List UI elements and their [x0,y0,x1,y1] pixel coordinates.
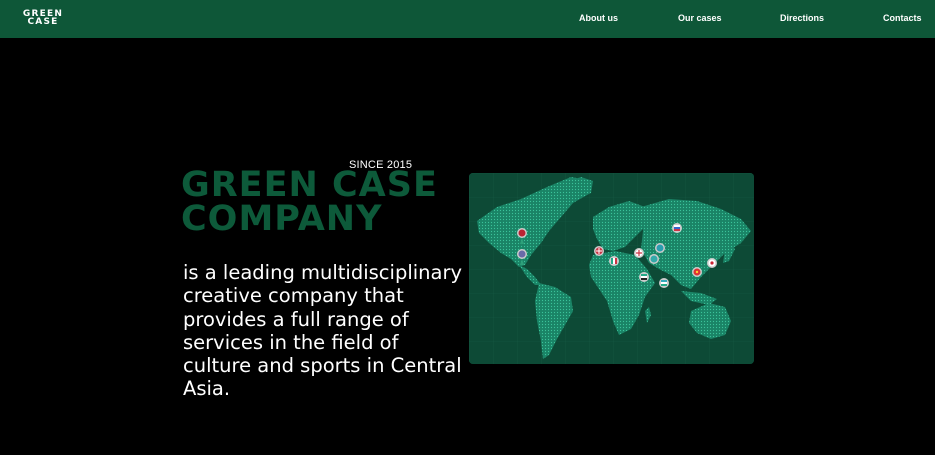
italy-flag-pin[interactable] [609,256,619,266]
nav-directions[interactable]: Directions [780,13,824,23]
azerbaijan-flag-pin[interactable] [655,243,665,253]
green-case-logo[interactable]: GREEN CASE [20,10,66,27]
nav-about-us[interactable]: About us [579,13,618,23]
kyrgyzstan-flag-pin[interactable] [692,267,702,277]
uae-flag-pin[interactable] [639,272,649,282]
japan-flag-pin[interactable] [707,258,717,268]
world-map-illustration [469,173,754,364]
nav-our-cases[interactable]: Our cases [678,13,722,23]
company-title-line2: COMPANY [181,199,383,239]
kazakhstan-flag-pin[interactable] [649,254,659,264]
uzbekistan-flag-pin[interactable] [659,278,669,288]
company-title-line1: GREEN CASE [181,165,438,205]
logo-line-case: CASE [27,17,59,27]
world-map-card [469,173,754,364]
company-description: is a leading multidisciplinary creative … [183,261,463,401]
uk-flag-pin[interactable] [594,246,604,256]
russia-flag-pin[interactable] [672,223,682,233]
nav-contacts[interactable]: Contacts [883,13,922,23]
georgia-flag-pin[interactable] [634,248,644,258]
company-title: GREEN CASE COMPANY [181,165,438,239]
top-navigation-bar: GREEN CASE About us Our cases Directions… [0,0,935,38]
